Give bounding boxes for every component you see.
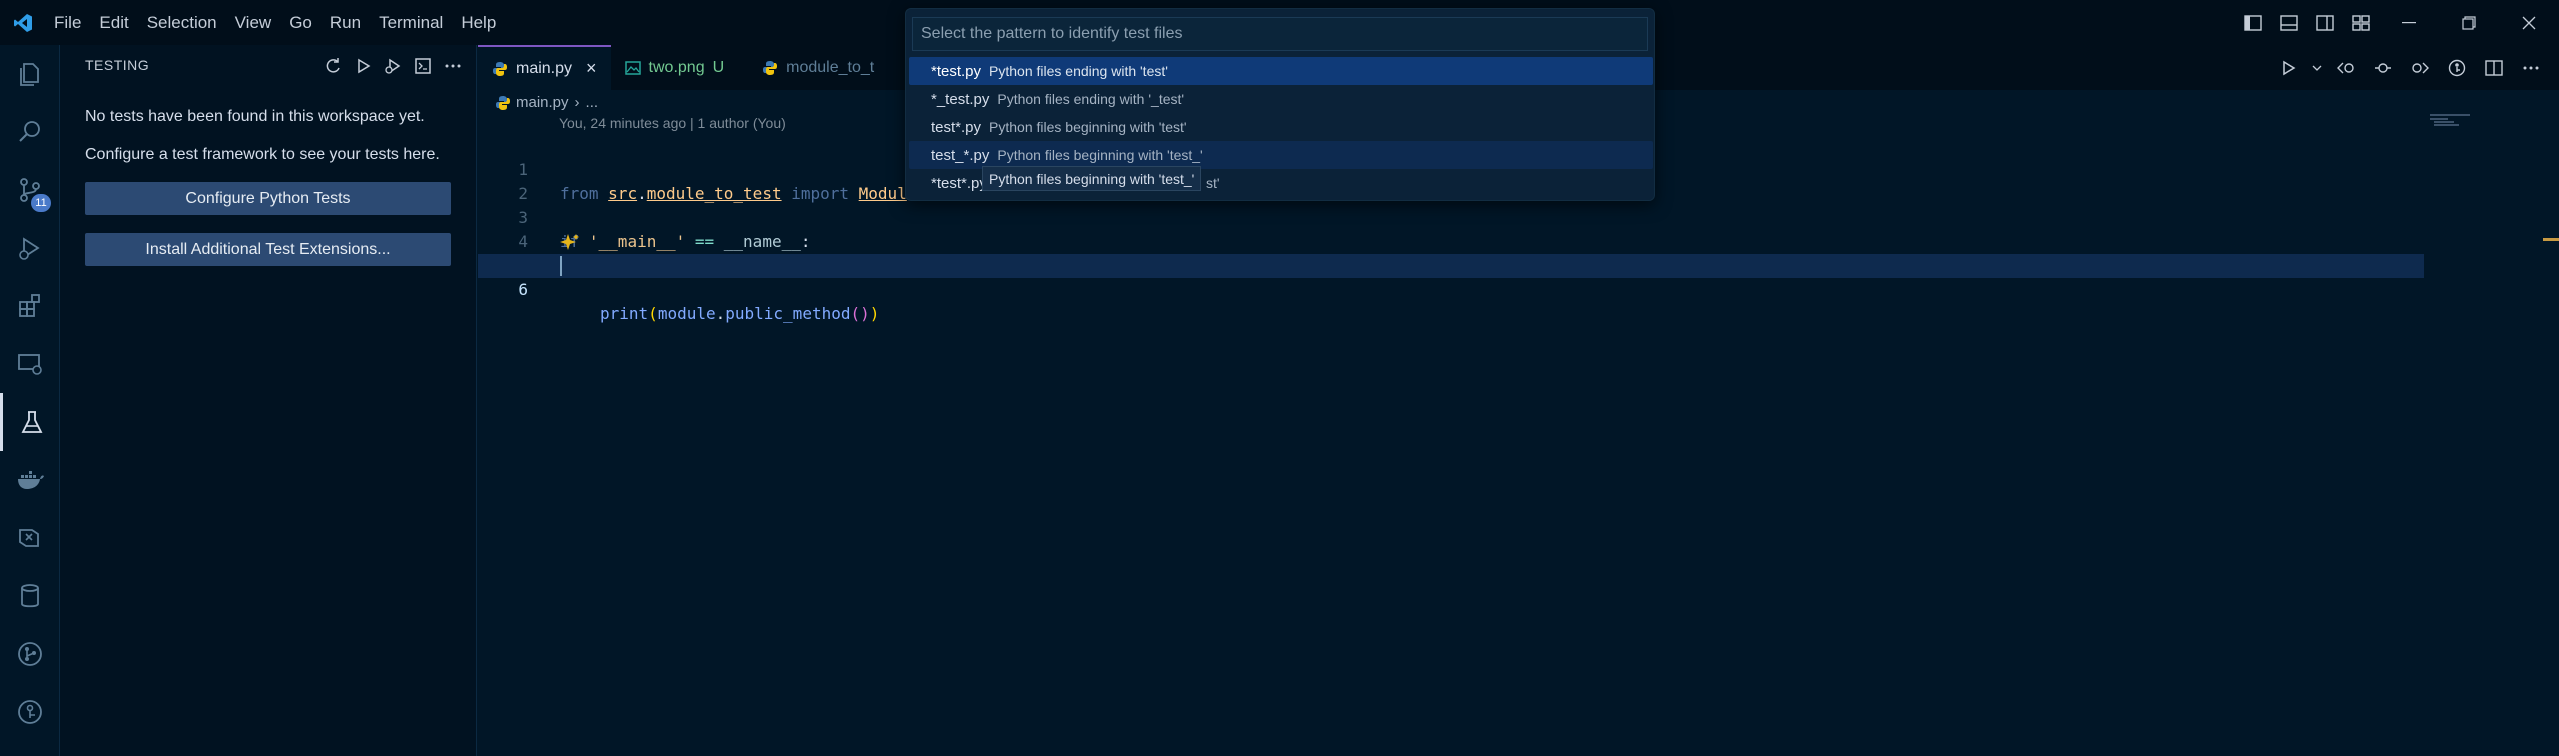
- chevron-down-icon[interactable]: [2309, 52, 2325, 84]
- code-line: 4 module = ModuleToTest(): [478, 206, 2559, 275]
- python-file-icon: [495, 95, 510, 110]
- scrollbar-marker: [2543, 238, 2559, 241]
- item-label: *test*.py: [931, 174, 987, 192]
- title-bar-controls: [2235, 0, 2559, 45]
- image-file-icon: [624, 60, 641, 76]
- configure-python-tests-button[interactable]: Configure Python Tests: [85, 182, 451, 215]
- editor-actions: [2270, 45, 2549, 90]
- source-control-icon[interactable]: 11: [0, 161, 60, 219]
- item-label: *_test.py: [931, 90, 990, 108]
- tab-two-png[interactable]: two.png U: [611, 45, 739, 90]
- python-file-icon: [762, 60, 778, 76]
- line-number: 6: [518, 280, 528, 299]
- close-window-button[interactable]: [2499, 0, 2559, 45]
- breadcrumb: main.py › ...: [495, 90, 598, 114]
- menu-terminal[interactable]: Terminal: [370, 0, 452, 45]
- toggle-primary-sidebar-icon[interactable]: [2237, 7, 2269, 39]
- run-file-icon[interactable]: [2272, 52, 2305, 84]
- install-test-extensions-button[interactable]: Install Additional Test Extensions...: [85, 233, 451, 266]
- go-forward-icon[interactable]: [2403, 52, 2436, 84]
- item-description: Python files beginning with 'test': [989, 119, 1187, 135]
- activity-bar: 11: [0, 45, 60, 756]
- menu-selection[interactable]: Selection: [138, 0, 226, 45]
- item-label: *test.py: [931, 62, 982, 80]
- toggle-secondary-sidebar-icon[interactable]: [2309, 7, 2341, 39]
- docker-icon[interactable]: [0, 451, 60, 509]
- minimap[interactable]: [2430, 112, 2475, 132]
- item-label: test*.py: [931, 118, 982, 136]
- menu-bar: File Edit Selection View Go Run Terminal…: [45, 0, 505, 45]
- more-actions-icon[interactable]: [438, 51, 468, 81]
- gitlens-icon[interactable]: [0, 683, 60, 741]
- python-file-icon: [492, 61, 508, 77]
- line-content: print(module.public_method()): [600, 304, 880, 323]
- go-back-icon[interactable]: [2329, 52, 2362, 84]
- git-blame-annotation[interactable]: You, 24 minutes ago | 1 author (You): [559, 115, 786, 131]
- item-description: Python files ending with '_test': [997, 91, 1185, 107]
- item-description-trail: st': [1206, 175, 1220, 191]
- show-output-icon[interactable]: [408, 51, 438, 81]
- git-commit-icon[interactable]: [2366, 52, 2399, 84]
- database-icon[interactable]: [0, 567, 60, 625]
- toggle-panel-icon[interactable]: [2273, 7, 2305, 39]
- explorer-icon[interactable]: [0, 45, 60, 103]
- untracked-indicator: U: [712, 58, 725, 76]
- quick-pick-item[interactable]: test_*.py Python files beginning with 't…: [909, 141, 1653, 169]
- quick-pick-input[interactable]: [912, 17, 1648, 51]
- quick-pick-item[interactable]: *_test.py Python files ending with '_tes…: [909, 85, 1653, 113]
- quick-pick-item[interactable]: *test.py Python files ending with 'test': [909, 57, 1653, 85]
- debug-tests-icon[interactable]: [378, 51, 408, 81]
- tab-label: two.png: [648, 58, 705, 76]
- menu-file[interactable]: File: [45, 0, 90, 45]
- tab-module-to-test[interactable]: module_to_t: [748, 45, 888, 90]
- tab-main-py[interactable]: main.py ×: [478, 45, 611, 90]
- code-line-current: 6: [478, 254, 2424, 299]
- tab-label: module_to_t: [786, 58, 875, 76]
- item-description: Python files beginning with 'test_': [997, 147, 1203, 163]
- run-tests-icon[interactable]: [348, 51, 378, 81]
- configure-message: Configure a test framework to see your t…: [85, 146, 440, 163]
- split-editor-icon[interactable]: [2477, 52, 2510, 84]
- sparkle-icon[interactable]: [560, 233, 580, 251]
- source-control-badge: 11: [31, 194, 51, 212]
- gitlens-inspect-icon[interactable]: [2440, 52, 2473, 84]
- vscode-logo-icon: [0, 0, 45, 45]
- breadcrumb-file[interactable]: main.py: [516, 94, 569, 111]
- item-label: test_*.py: [931, 146, 990, 164]
- tab-label: main.py: [516, 59, 573, 77]
- close-tab-icon[interactable]: ×: [586, 58, 597, 79]
- editor-more-actions-icon[interactable]: [2514, 52, 2547, 84]
- testing-sidebar: TESTING No tests have been found in this…: [60, 45, 477, 756]
- menu-go[interactable]: Go: [280, 0, 321, 45]
- minimize-button[interactable]: [2379, 0, 2439, 45]
- remote-explorer-icon[interactable]: [0, 335, 60, 393]
- menu-view[interactable]: View: [226, 0, 281, 45]
- extensions-icon[interactable]: [0, 277, 60, 335]
- no-tests-message: No tests have been found in this workspa…: [85, 108, 425, 125]
- refresh-tests-icon[interactable]: [318, 51, 348, 81]
- hover-tooltip: Python files beginning with 'test_': [982, 166, 1202, 191]
- item-description: Python files ending with 'test': [989, 63, 1168, 79]
- menu-run[interactable]: Run: [321, 0, 370, 45]
- code-line: 5 print(module.public_method()): [478, 230, 2559, 323]
- git-graph-icon[interactable]: [0, 625, 60, 683]
- testing-icon[interactable]: [0, 393, 60, 451]
- quick-pick-item[interactable]: test*.py Python files beginning with 'te…: [909, 113, 1653, 141]
- kubernetes-icon[interactable]: [0, 509, 60, 567]
- restore-button[interactable]: [2439, 0, 2499, 45]
- sidebar-actions: [318, 51, 468, 81]
- search-icon[interactable]: [0, 103, 60, 161]
- run-debug-icon[interactable]: [0, 219, 60, 277]
- menu-edit[interactable]: Edit: [90, 0, 137, 45]
- menu-help[interactable]: Help: [452, 0, 505, 45]
- breadcrumb-separator: ›: [574, 93, 580, 111]
- text-cursor: [560, 256, 562, 276]
- customize-layout-icon[interactable]: [2345, 7, 2377, 39]
- breadcrumb-symbols[interactable]: ...: [586, 94, 599, 111]
